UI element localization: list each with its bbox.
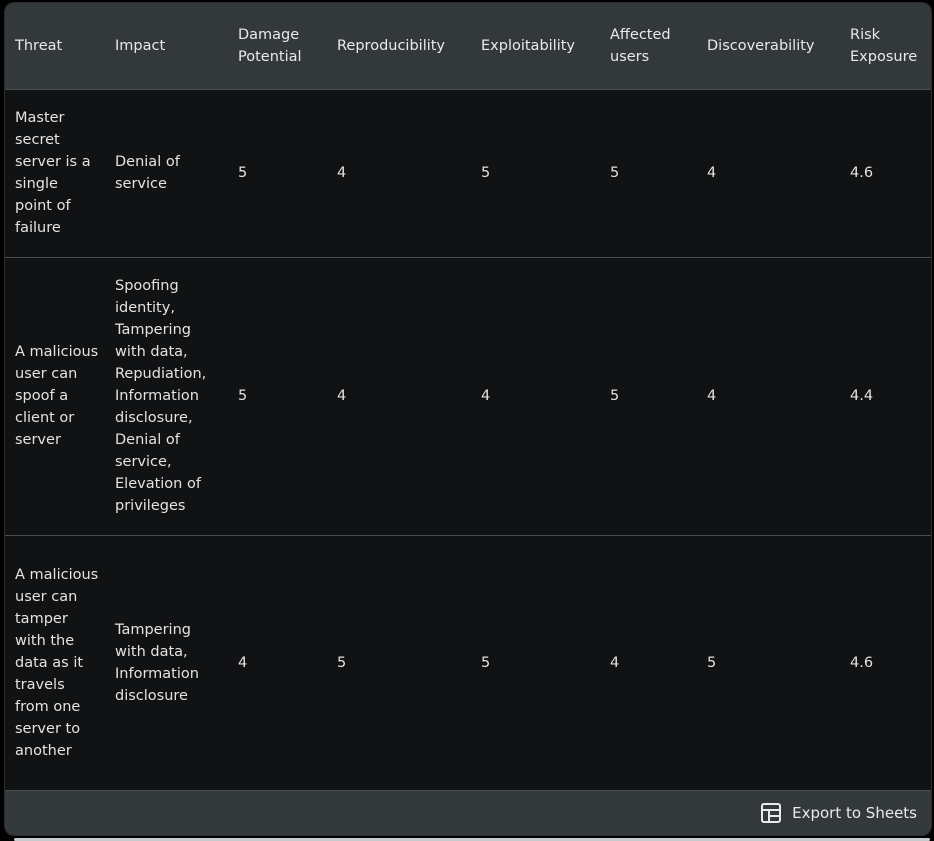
export-to-sheets-button[interactable]: Export to Sheets [760,802,917,824]
cell-damage-potential: 4 [238,655,248,672]
export-label: Export to Sheets [792,804,917,822]
header-risk-exposure: Risk Exposure [850,26,918,65]
cell-affected-users: 4 [610,655,620,672]
cell-affected-users: 5 [610,388,620,404]
table-row: A malicious user can tamper with the dat… [5,535,931,791]
cell-discoverability: 4 [707,388,717,404]
header-impact: Impact [115,37,166,54]
header-discoverability: Discoverability [707,37,815,54]
header-threat: Threat [15,37,63,54]
table-footer: Export to Sheets [5,790,931,835]
threat-table: Threat Impact Damage Potential Reproduci… [5,3,931,791]
cell-reproducibility: 4 [337,388,347,404]
cell-exploitability: 4 [481,388,491,404]
header-damage-potential: Damage Potential [238,26,302,65]
cell-reproducibility: 4 [337,165,347,181]
cell-discoverability: 4 [707,165,717,181]
cell-risk-exposure: 4.4 [850,388,874,404]
table-row: Master secret server is a single point o… [5,89,931,257]
cell-threat: A malicious user can tamper with the dat… [15,567,99,760]
table-container: Threat Impact Damage Potential Reproduci… [4,2,932,836]
cell-threat: A malicious user can spoof a client or s… [15,344,99,448]
table-header-row: Threat Impact Damage Potential Reproduci… [5,3,931,89]
cell-damage-potential: 5 [238,165,248,181]
cell-affected-users: 5 [610,165,620,181]
cell-impact: Tampering with data, Information disclos… [115,622,199,705]
cell-risk-exposure: 4.6 [850,165,874,181]
cell-impact: Spoofing identity, Tampering with data, … [115,278,207,514]
cell-impact: Denial of service [115,154,180,192]
table-row: A malicious user can spoof a client or s… [5,257,931,535]
cell-discoverability: 5 [707,655,717,672]
cell-damage-potential: 5 [238,388,248,404]
cell-reproducibility: 5 [337,655,347,672]
cell-risk-exposure: 4.6 [850,655,874,672]
cell-threat: Master secret server is a single point o… [15,110,91,236]
header-exploitability: Exploitability [481,37,576,54]
header-reproducibility: Reproducibility [337,37,446,54]
cell-exploitability: 5 [481,165,491,181]
header-affected-users: Affected users [610,26,671,65]
cell-exploitability: 5 [481,655,491,672]
sheets-table-icon [760,802,782,824]
